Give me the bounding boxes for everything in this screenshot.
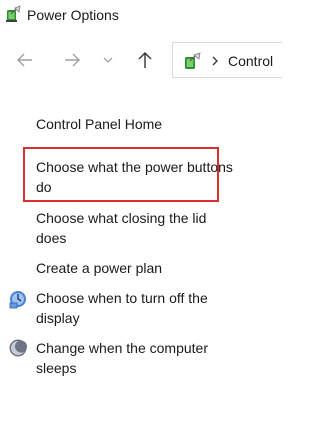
display-power-icon [9, 291, 26, 309]
create-power-plan-link[interactable]: Create a power plan [36, 258, 236, 278]
closing-lid-link[interactable]: Choose what closing the lid does [36, 208, 236, 248]
task-pane: Control Panel Home Choose what the power… [0, 0, 277, 446]
moon-sleep-icon [9, 339, 27, 357]
control-panel-home-link[interactable]: Control Panel Home [36, 114, 236, 134]
turn-off-display-link[interactable]: Choose when to turn off the display [36, 288, 236, 328]
computer-sleeps-link[interactable]: Change when the computer sleeps [36, 338, 236, 378]
power-buttons-link[interactable]: Choose what the power buttons do [36, 157, 236, 197]
